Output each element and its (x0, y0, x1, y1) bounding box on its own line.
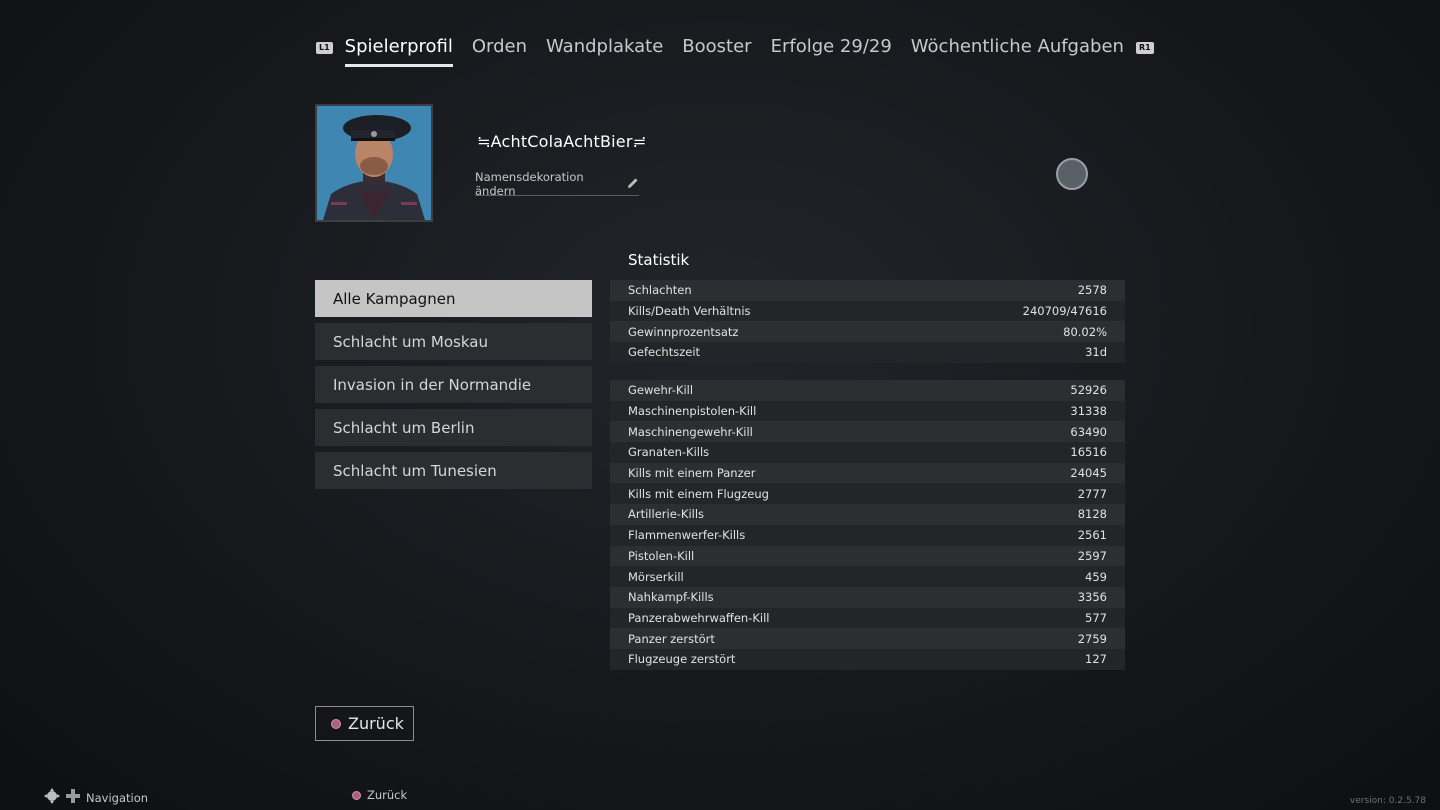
stat-label: Artillerie-Kills (628, 507, 705, 522)
stat-value: 127 (1085, 652, 1107, 667)
stat-row: Maschinengewehr-Kill 63490 (610, 421, 1125, 443)
campaign-list: Alle Kampagnen Schlacht um Moskau Invasi… (315, 280, 592, 495)
stat-label: Kills mit einem Panzer (628, 466, 756, 481)
tab-woechentliche-aufgaben[interactable]: Wöchentliche Aufgaben (911, 36, 1124, 67)
left-stick-icon (44, 788, 60, 807)
stat-value: 240709/47616 (1022, 304, 1107, 319)
footer-navigation-hint: Navigation (44, 788, 148, 807)
stat-label: Flammenwerfer-Kills (628, 528, 746, 543)
tab-wandplakate[interactable]: Wandplakate (546, 36, 663, 67)
campaign-item-alle-kampagnen[interactable]: Alle Kampagnen (315, 280, 592, 317)
stat-row: Maschinenpistolen-Kill 31338 (610, 400, 1125, 422)
back-button-label: Zurück (348, 714, 404, 733)
circle-button-icon (331, 718, 341, 729)
stat-value: 31338 (1070, 404, 1107, 419)
stat-label: Panzer zerstört (628, 631, 715, 646)
stat-label: Panzerabwehrwaffen-Kill (628, 610, 770, 625)
stat-row: Gewehr-Kill 52926 (610, 380, 1125, 401)
tab-erfolge[interactable]: Erfolge 29/29 (771, 36, 892, 67)
stat-label: Maschinenpistolen-Kill (628, 404, 757, 419)
player-name: ≒AchtColaAchtBier≓ (477, 132, 647, 151)
stat-value: 3356 (1077, 590, 1107, 605)
stat-row: Flammenwerfer-Kills 2561 (610, 524, 1125, 546)
stat-value: 2777 (1077, 486, 1107, 501)
stat-label: Gefechtszeit (628, 345, 701, 360)
soldier-portrait-image (317, 106, 431, 220)
tab-spielerprofil[interactable]: Spielerprofil (344, 36, 453, 67)
change-name-decoration-button[interactable]: Namensdekoration ändern (475, 170, 639, 198)
stat-value: 459 (1085, 569, 1107, 584)
stat-row: Panzerabwehrwaffen-Kill 577 (610, 607, 1125, 629)
player-portrait[interactable] (315, 104, 433, 222)
campaign-item-tunesien[interactable]: Schlacht um Tunesien (315, 452, 592, 489)
dpad-icon (66, 789, 80, 806)
stat-label: Nahkampf-Kills (628, 590, 714, 605)
stat-value: 577 (1085, 610, 1107, 625)
tab-booster[interactable]: Booster (682, 36, 751, 67)
r1-button-hint[interactable]: R1 (1135, 42, 1154, 54)
stat-value: 2561 (1077, 528, 1107, 543)
version-label: version: 0.2.5.78 (1349, 796, 1426, 806)
campaign-item-berlin[interactable]: Schlacht um Berlin (315, 409, 592, 446)
stat-value: 24045 (1070, 466, 1107, 481)
stat-value: 63490 (1070, 424, 1107, 439)
stat-label: Mörserkill (628, 569, 684, 584)
stat-label: Gewehr-Kill (628, 383, 694, 398)
back-button[interactable]: Zurück (315, 706, 414, 741)
stat-row: Artillerie-Kills 8128 (610, 504, 1125, 525)
stats-kills-table: Gewehr-Kill 52926 Maschinenpistolen-Kill 31… (610, 380, 1125, 670)
stat-value: 2597 (1077, 548, 1107, 563)
stat-row: Flugzeuge zerstört 127 (610, 648, 1125, 670)
footer-back-label: Zurück (367, 788, 408, 802)
stat-label: Pistolen-Kill (628, 548, 695, 563)
stats-general-table: Schlachten 2578 Kills/Death Verhältnis 2407… (610, 280, 1125, 363)
stat-value: 31d (1085, 345, 1107, 360)
stat-label: Kills/Death Verhältnis (628, 304, 751, 319)
footer-back-hint: Zurück (352, 788, 407, 802)
stat-row: Granaten-Kills 16516 (610, 442, 1125, 463)
stat-value: 80.02% (1063, 324, 1107, 339)
stat-row: Schlachten 2578 (610, 280, 1125, 301)
stat-value: 2759 (1077, 631, 1107, 646)
stat-value: 2578 (1077, 283, 1107, 298)
stat-row: Kills/Death Verhältnis 240709/47616 (610, 300, 1125, 322)
stat-label: Kills mit einem Flugzeug (628, 486, 769, 501)
stat-row: Kills mit einem Panzer 24045 (610, 462, 1125, 484)
tab-bar: Spielerprofil Orden Wandplakate Booster … (344, 36, 1124, 67)
stat-row: Pistolen-Kill 2597 (610, 545, 1125, 567)
stat-label: Flugzeuge zerstört (628, 652, 736, 667)
statistics-title: Statistik (628, 251, 690, 269)
stat-row: Gefechtszeit 31d (610, 342, 1125, 363)
status-indicator-icon (1056, 158, 1088, 190)
footer-navigation-label: Navigation (86, 790, 149, 805)
campaign-item-normandie[interactable]: Invasion in der Normandie (315, 366, 592, 403)
stat-value: 52926 (1070, 383, 1107, 398)
top-navigation: L1 Spielerprofil Orden Wandplakate Boost… (316, 36, 1154, 70)
stat-row: Panzer zerstört 2759 (610, 628, 1125, 649)
stat-label: Schlachten (628, 283, 692, 298)
stat-row: Gewinnprozentsatz 80.02% (610, 321, 1125, 343)
stat-label: Gewinnprozentsatz (628, 324, 739, 339)
l1-button-hint[interactable]: L1 (316, 42, 333, 54)
tab-orden[interactable]: Orden (472, 36, 527, 67)
stat-value: 8128 (1077, 507, 1107, 522)
stat-row: Nahkampf-Kills 3356 (610, 586, 1125, 608)
stat-value: 16516 (1070, 445, 1107, 460)
pencil-icon (627, 177, 639, 192)
stat-row: Kills mit einem Flugzeug 2777 (610, 483, 1125, 505)
stat-label: Granaten-Kills (628, 445, 710, 460)
campaign-item-moskau[interactable]: Schlacht um Moskau (315, 323, 592, 360)
circle-button-icon (352, 790, 361, 800)
stat-row: Mörserkill 459 (610, 566, 1125, 587)
stat-label: Maschinengewehr-Kill (628, 424, 753, 439)
name-decoration-label: Namensdekoration ändern (475, 170, 584, 198)
